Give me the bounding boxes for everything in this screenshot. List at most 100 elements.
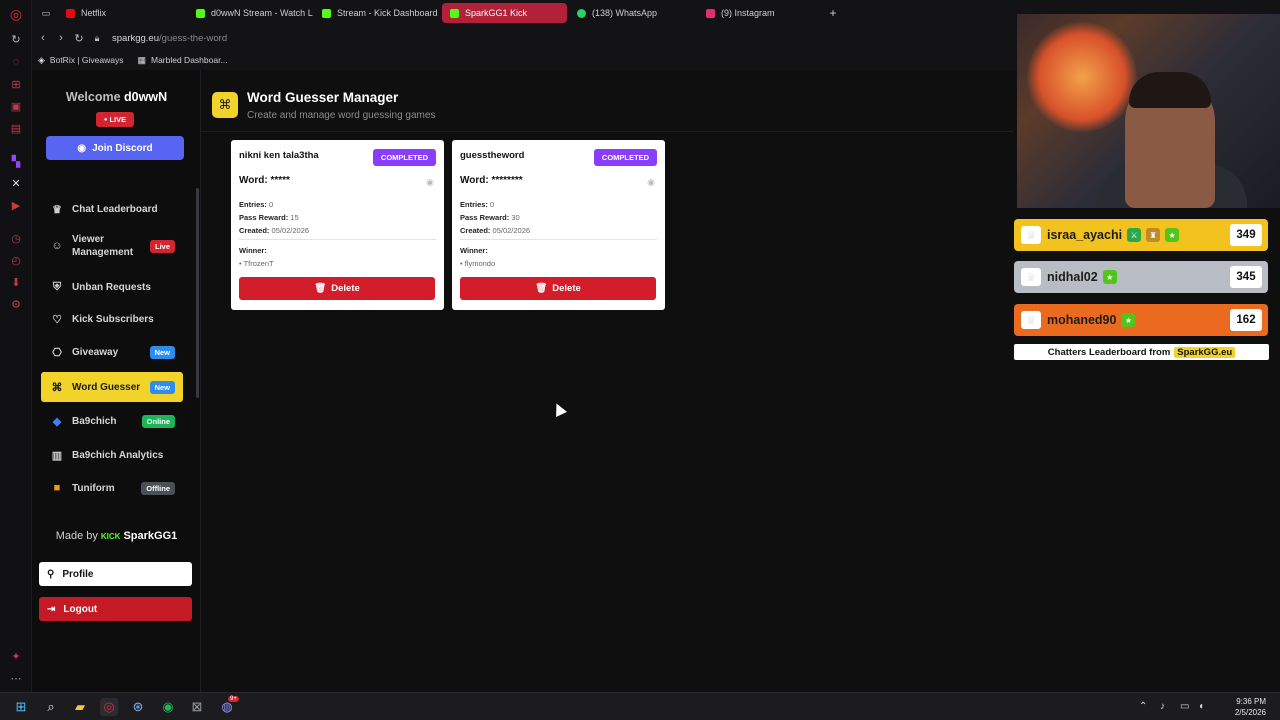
tab-netflix[interactable]: Netflix bbox=[58, 3, 184, 23]
windows-start-icon[interactable]: ⊞ bbox=[12, 698, 30, 716]
botrix-icon: ◈ bbox=[38, 54, 45, 65]
word-masked: ***** bbox=[270, 175, 290, 186]
bookmark-label: BotRix | Giveaways bbox=[49, 55, 124, 65]
forward-icon[interactable]: › bbox=[52, 32, 70, 44]
reveal-eye-icon[interactable]: ◉ bbox=[647, 177, 655, 188]
logout-button[interactable]: ⇥ Logout bbox=[39, 597, 192, 621]
tab-label: SparkGG1 Kick bbox=[465, 8, 528, 18]
sidebar-scrollbar[interactable] bbox=[196, 188, 199, 398]
crown-icon: ♛ bbox=[1021, 311, 1041, 329]
new-tab-button[interactable]: + bbox=[824, 3, 842, 23]
live-dot-icon: ● bbox=[103, 116, 108, 123]
bookmark-botrix[interactable]: ◈ BotRix | Giveaways bbox=[38, 55, 123, 66]
username: d0wwN bbox=[124, 90, 168, 104]
leaderboard-row: ♛ israa_ayachi ⚔ ♜ ★ 349 bbox=[1014, 219, 1268, 251]
sidebar-item-ba9chich[interactable]: ◆ Ba9chich Online bbox=[41, 406, 183, 436]
anime-artwork bbox=[1027, 22, 1137, 132]
more-icon[interactable]: ⋯ bbox=[8, 670, 24, 686]
settings-icon[interactable]: ⚙ bbox=[8, 296, 24, 312]
twitch-icon[interactable]: ▚ bbox=[8, 153, 24, 169]
xbox-icon[interactable]: ⊠ bbox=[188, 698, 206, 716]
game-title: guesstheword bbox=[460, 150, 525, 161]
leaderboard-row: ♛ nidhal02 ★ 345 bbox=[1014, 261, 1268, 293]
tab-stream-watch[interactable]: d0wwN Stream - Watch L bbox=[188, 3, 314, 23]
made-by-credit: Made by KICK SparkGG1 bbox=[32, 530, 201, 542]
sidebar-item-tuniform[interactable]: ■ Tuniform Offline bbox=[41, 473, 183, 503]
aria-icon[interactable]: ◌ bbox=[8, 54, 24, 70]
trophy-badge-icon: ♜ bbox=[1146, 228, 1161, 242]
gx-icon[interactable]: ✦ bbox=[8, 648, 24, 664]
search-icon[interactable]: ⌕ bbox=[42, 698, 60, 716]
reload-icon[interactable]: ↻ bbox=[70, 32, 88, 45]
bookmark-marbled[interactable]: ▦ Marbled Dashboar... bbox=[137, 55, 227, 66]
sidebar-item-chat-leaderboard[interactable]: ♛ Chat Leaderboard bbox=[41, 194, 183, 224]
microphone-icon[interactable]: ♪ bbox=[1160, 701, 1165, 712]
lock-icon[interactable]: 🔒︎ bbox=[88, 33, 106, 44]
sidebar-item-ba9chich-analytics[interactable]: ▥ Ba9chich Analytics bbox=[41, 440, 183, 470]
tuniform-logo-icon: ■ bbox=[53, 482, 61, 494]
winner-label: Winner: bbox=[239, 246, 267, 255]
created-row: Created: 05/02/2026 bbox=[239, 226, 309, 235]
reload-icon[interactable]: ↻ bbox=[8, 31, 24, 47]
sidebar-item-viewer-management[interactable]: ☺ Viewer Management Live bbox=[41, 226, 183, 266]
tab-label: Netflix bbox=[81, 8, 107, 18]
sidebar-item-giveaway[interactable]: ⎔ Giveaway New bbox=[41, 337, 183, 367]
join-discord-button[interactable]: ◉ Join Discord bbox=[46, 136, 184, 160]
history-icon[interactable]: ◴ bbox=[8, 252, 24, 268]
entries-value: 0 bbox=[490, 200, 495, 209]
made-by-prefix: Made by bbox=[55, 530, 98, 542]
url-field[interactable]: sparkgg.eu/guess-the-word bbox=[112, 33, 227, 44]
tab-label: Stream - Kick Dashboard bbox=[337, 8, 438, 18]
volume-icon[interactable]: ◖ bbox=[1198, 701, 1204, 712]
delete-button[interactable]: 🗑︎ Delete bbox=[460, 277, 656, 300]
profile-button[interactable]: ⚲ Profile bbox=[39, 562, 192, 586]
star-badge-icon: ★ bbox=[1165, 228, 1180, 242]
status-badge: COMPLETED bbox=[593, 149, 657, 166]
back-icon[interactable]: ‹ bbox=[34, 32, 52, 44]
opera-gx-icon[interactable]: ◎ bbox=[100, 698, 118, 716]
x-twitter-icon[interactable]: ✕ bbox=[8, 175, 24, 191]
reveal-eye-icon[interactable]: ◉ bbox=[426, 177, 434, 188]
live-badge-small: Live bbox=[149, 239, 175, 253]
game-card: nikni ken tala3tha COMPLETED Word: *****… bbox=[231, 140, 444, 310]
entries-row: Entries: 0 bbox=[239, 200, 273, 209]
reward-value: 15 bbox=[290, 213, 299, 222]
gamepad-icon: ⌘ bbox=[212, 92, 238, 118]
tab-instagram[interactable]: (9) Instagram bbox=[698, 3, 824, 23]
sidebar-item-label: Word Guesser bbox=[72, 381, 141, 393]
word-masked: ******** bbox=[491, 175, 523, 186]
system-clock[interactable]: 9:36 PM 2/5/2026 bbox=[1235, 696, 1266, 718]
whatsapp-icon bbox=[577, 8, 586, 18]
sidebar-item-label: Viewer Management bbox=[72, 234, 134, 258]
steam-icon[interactable]: ⊛ bbox=[129, 698, 147, 716]
game-title: nikni ken tala3tha bbox=[239, 150, 319, 161]
sidebar-item-word-guesser[interactable]: ⌘ Word Guesser New bbox=[41, 372, 183, 402]
spotify-icon[interactable]: ◉ bbox=[159, 698, 177, 716]
network-icon[interactable]: ▭ bbox=[1180, 701, 1189, 712]
tab-kick-dashboard[interactable]: Stream - Kick Dashboard bbox=[314, 3, 440, 23]
sidebar-item-unban-requests[interactable]: ⛨ Unban Requests bbox=[41, 272, 183, 302]
messenger-icon[interactable]: ▣ bbox=[8, 98, 24, 114]
delete-button[interactable]: 🗑︎ Delete bbox=[239, 277, 435, 300]
leaderboard-username: mohaned90 bbox=[1047, 313, 1117, 327]
tab-whatsapp[interactable]: (138) WhatsApp bbox=[569, 3, 695, 23]
entries-value: 0 bbox=[269, 200, 274, 209]
youtube-icon[interactable]: ▶ bbox=[8, 197, 24, 213]
gamepad-rail-icon[interactable]: ⊞ bbox=[8, 76, 24, 92]
tab-sparkgg1-kick[interactable]: SparkGG1 Kick bbox=[442, 3, 567, 23]
delete-label: Delete bbox=[331, 283, 360, 294]
url-path: /guess-the-word bbox=[159, 32, 228, 44]
users-icon: ☺ bbox=[51, 239, 63, 252]
opera-logo-icon[interactable]: ◎ bbox=[8, 6, 24, 22]
sidebar-item-kick-subscribers[interactable]: ♡ Kick Subscribers bbox=[41, 304, 183, 334]
sidebar-item-label: Unban Requests bbox=[72, 281, 151, 293]
chevron-up-icon[interactable]: ⌃ bbox=[1139, 701, 1147, 712]
sidebar-item-label: Ba9chich bbox=[72, 415, 117, 427]
music-icon[interactable]: ▤ bbox=[8, 120, 24, 136]
file-explorer-icon[interactable]: ▰ bbox=[71, 698, 89, 716]
clock-icon[interactable]: ◷ bbox=[8, 230, 24, 246]
reward-label: Pass Reward: bbox=[239, 213, 289, 222]
word-label: Word: bbox=[239, 175, 268, 186]
tab-menu-icon[interactable]: ▭ bbox=[38, 3, 54, 23]
downloads-icon[interactable]: ⬇ bbox=[8, 274, 24, 290]
